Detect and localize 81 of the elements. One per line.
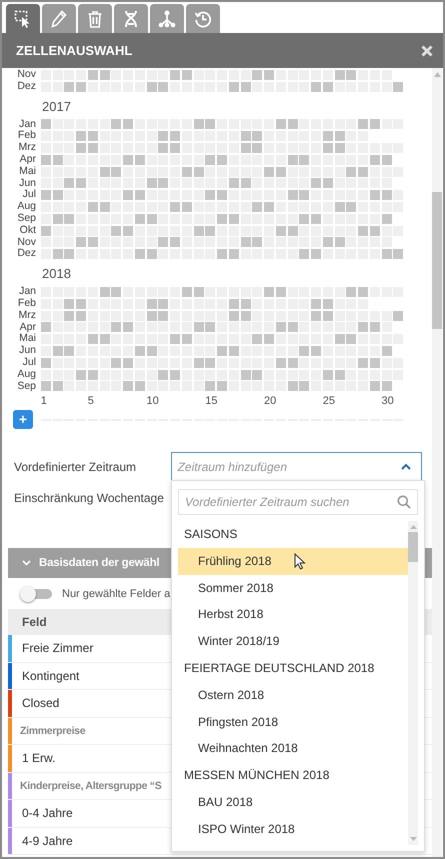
mouse-pointer-icon [294,552,306,570]
field-label: Einschränkung Wochentage [14,490,165,505]
month-label: Apr [18,154,37,166]
scroll-down-icon [410,837,416,841]
period-option[interactable]: Frühling 2018 [178,548,408,575]
period-option[interactable]: BAU 2018 [178,788,408,816]
day-number: 10 [146,394,160,408]
day-number: 30 [382,394,395,408]
month-label: Jul [22,356,37,369]
hierarchy-icon [158,10,176,28]
tool-tab[interactable] [42,4,76,33]
tool-tab[interactable] [78,4,112,33]
month-label: Aug [16,368,37,381]
tool-tab[interactable] [114,4,148,33]
month-label: Mrz [18,310,37,322]
month-label: Jan [18,286,37,298]
pencil-icon [51,10,67,28]
table-cell-text: Zimmerpreise [19,724,86,739]
month-label: Apr [18,322,37,333]
period-option[interactable]: Ostern 2018 [178,682,408,709]
day-number: 1 [40,394,48,408]
month-label: Jun [18,345,37,357]
day-number: 15 [205,394,218,408]
field-label: Vordefinierter Zeitraum [14,460,138,474]
month-label: Okt [18,224,37,237]
panel-title: ZELLENAUSWAHL [16,43,132,58]
month-label: Mai [18,333,37,346]
period-option[interactable]: ISPO Winter 2018 [178,816,408,843]
table-cell-text: 0-4 Jahre [21,805,73,822]
group-heading: SAISONS [183,526,238,543]
table-cell-text: Kontingent [21,668,80,685]
period-option[interactable]: Sommer 2018 [178,574,408,602]
table-cell-text: 1 Erw. [21,750,56,768]
month-label: Nov [16,69,37,81]
table-cell-text: Closed [21,695,60,712]
month-label: Jul [22,189,37,202]
month-label: Nov [16,236,37,248]
chevron-up-icon [401,463,411,470]
table-cell-text: 4-9 Jahre [21,832,73,850]
month-label: Jan [18,118,37,130]
month-label: Dez [16,248,37,260]
selection-icon [14,10,32,28]
close-icon[interactable] [421,44,433,56]
toggle-label: Nur gewählte Felder a [62,588,170,600]
month-label: Feb [16,298,37,310]
month-label: Feb [16,130,37,142]
group-heading: MESSEN MÜNCHEN 2018 [183,767,330,784]
group-heading: FEIERTAGE DEUTSCHLAND 2018 [183,660,376,677]
add-button[interactable]: + [13,410,33,430]
scroll-up-icon [410,525,416,529]
period-option[interactable]: Weihnachten 2018 [178,735,408,762]
scrollbar-thumb[interactable] [432,192,442,329]
month-label: Dez [16,80,37,93]
history-icon [194,10,212,28]
section-title: Basisdaten der gewähl [39,557,160,570]
tool-tab[interactable] [150,4,184,33]
month-label: Mai [18,166,37,178]
year-label: 2018 [42,266,71,282]
scrollbar-thumb[interactable] [408,532,418,562]
tool-tab[interactable] [186,4,220,33]
day-number: 20 [264,394,278,408]
trash-icon [87,10,103,28]
scroll-up-icon [434,72,440,77]
search-icon [397,495,411,509]
list-scrollbar[interactable] [408,521,418,845]
chevron-down-icon [22,560,31,566]
toggle-switch[interactable] [22,588,52,599]
table-cell-text: Freie Zimmer [21,640,94,658]
month-label: Sep [16,212,37,225]
year-label: 2017 [42,98,71,114]
day-number: 25 [322,394,336,408]
month-label: Jun [18,178,37,189]
helix-icon [123,10,139,28]
scrollbar[interactable] [432,68,442,857]
month-label: Sep [16,380,37,392]
tool-tab[interactable] [6,4,40,33]
day-number: 5 [88,394,95,408]
table-cell-text: Kinderpreise, Altersgruppe “S [19,778,162,794]
month-label: Aug [16,201,37,213]
period-option[interactable]: Pfingsten 2018 [178,708,408,736]
month-label: Mrz [18,142,37,154]
